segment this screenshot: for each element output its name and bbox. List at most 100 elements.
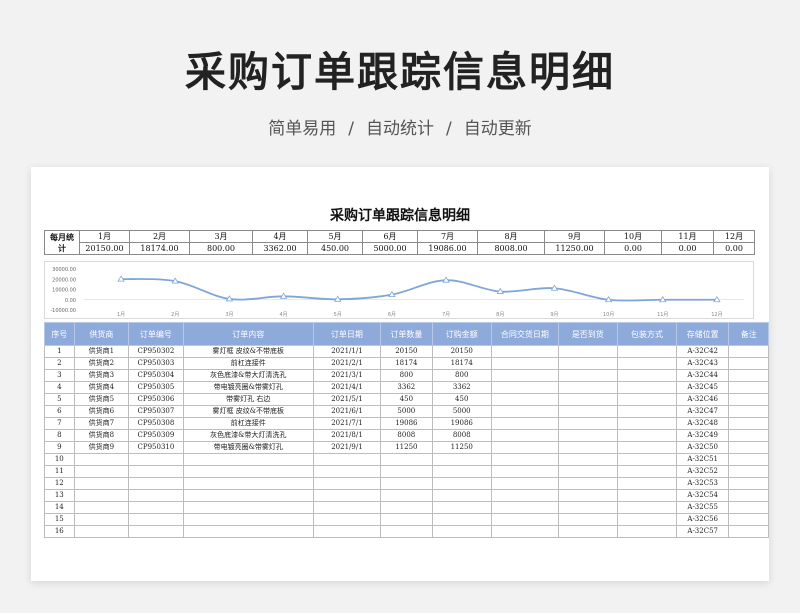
table-cell-contract-date[interactable]	[490, 525, 559, 538]
table-cell-order-date[interactable]	[312, 525, 382, 538]
table-cell-packaging[interactable]	[616, 393, 677, 406]
table-cell-order-no[interactable]	[128, 453, 184, 466]
table-cell-order-no[interactable]	[128, 513, 184, 526]
table-cell-remark[interactable]	[728, 465, 769, 478]
table-cell-remark[interactable]	[728, 393, 769, 406]
table-cell-order-qty[interactable]	[380, 513, 433, 526]
table-cell-remark[interactable]	[728, 513, 769, 526]
month-cell[interactable]: 4月	[252, 230, 308, 243]
table-cell-packaging[interactable]	[616, 465, 677, 478]
table-cell-remark[interactable]	[728, 357, 769, 370]
month-value-cell[interactable]: 18174.00	[129, 242, 190, 255]
table-cell-index[interactable]: 6	[44, 405, 75, 418]
table-cell-index[interactable]: 13	[44, 489, 75, 502]
table-cell-index[interactable]: 8	[44, 429, 75, 442]
table-cell-arrived[interactable]	[557, 357, 618, 370]
table-cell-supplier[interactable]: 供货商9	[73, 441, 130, 454]
table-cell-order-amount[interactable]	[431, 465, 492, 478]
table-cell-storage[interactable]: A-32C54	[675, 489, 730, 502]
table-cell-order-content[interactable]	[182, 501, 314, 514]
table-cell-arrived[interactable]	[557, 345, 618, 358]
table-cell-order-content[interactable]: 带电镀亮圈&带雾灯孔	[182, 381, 314, 394]
table-cell-order-content[interactable]	[182, 477, 314, 490]
table-cell-order-qty[interactable]	[380, 453, 433, 466]
table-cell-index[interactable]: 16	[44, 525, 75, 538]
table-cell-index[interactable]: 10	[44, 453, 75, 466]
table-cell-order-date[interactable]: 2021/7/1	[312, 417, 382, 430]
table-cell-arrived[interactable]	[557, 381, 618, 394]
table-cell-packaging[interactable]	[616, 525, 677, 538]
month-value-cell[interactable]: 800.00	[189, 242, 253, 255]
table-cell-order-date[interactable]: 2021/6/1	[312, 405, 382, 418]
table-cell-supplier[interactable]: 供货商2	[73, 357, 130, 370]
table-cell-order-no[interactable]: CP950303	[128, 357, 184, 370]
table-cell-order-amount[interactable]	[431, 489, 492, 502]
table-cell-order-qty[interactable]: 3362	[380, 381, 433, 394]
month-value-cell[interactable]: 0.00	[604, 242, 662, 255]
table-cell-supplier[interactable]: 供货商1	[73, 345, 130, 358]
header-col-arrived[interactable]: 是否到货	[557, 322, 618, 346]
table-cell-order-qty[interactable]: 20150	[380, 345, 433, 358]
month-cell[interactable]: 3月	[189, 230, 253, 243]
table-cell-contract-date[interactable]	[490, 501, 559, 514]
table-cell-order-no[interactable]: CP950305	[128, 381, 184, 394]
table-cell-remark[interactable]	[728, 417, 769, 430]
table-cell-arrived[interactable]	[557, 417, 618, 430]
month-cell[interactable]: 6月	[362, 230, 418, 243]
table-cell-contract-date[interactable]	[490, 441, 559, 454]
month-cell[interactable]: 9月	[544, 230, 605, 243]
table-cell-arrived[interactable]	[557, 405, 618, 418]
table-cell-packaging[interactable]	[616, 489, 677, 502]
table-cell-supplier[interactable]: 供货商6	[73, 405, 130, 418]
table-cell-supplier[interactable]: 供货商7	[73, 417, 130, 430]
table-cell-arrived[interactable]	[557, 489, 618, 502]
header-col-remark[interactable]: 备注	[728, 322, 769, 346]
table-cell-storage[interactable]: A-32C52	[675, 465, 730, 478]
header-col-order-no[interactable]: 订单编号	[128, 322, 184, 346]
table-cell-index[interactable]: 2	[44, 357, 75, 370]
table-cell-remark[interactable]	[728, 525, 769, 538]
table-cell-storage[interactable]: A-32C57	[675, 525, 730, 538]
table-cell-supplier[interactable]	[73, 489, 130, 502]
table-cell-storage[interactable]: A-32C53	[675, 477, 730, 490]
table-cell-index[interactable]: 5	[44, 393, 75, 406]
table-cell-order-date[interactable]: 2021/1/1	[312, 345, 382, 358]
table-cell-storage[interactable]: A-32C48	[675, 417, 730, 430]
table-cell-arrived[interactable]	[557, 453, 618, 466]
table-cell-remark[interactable]	[728, 477, 769, 490]
table-cell-order-date[interactable]: 2021/4/1	[312, 381, 382, 394]
month-cell[interactable]: 7月	[417, 230, 478, 243]
table-cell-index[interactable]: 4	[44, 381, 75, 394]
table-cell-order-no[interactable]	[128, 477, 184, 490]
table-cell-contract-date[interactable]	[490, 429, 559, 442]
table-cell-order-qty[interactable]	[380, 477, 433, 490]
table-cell-contract-date[interactable]	[490, 381, 559, 394]
table-cell-contract-date[interactable]	[490, 477, 559, 490]
table-cell-packaging[interactable]	[616, 357, 677, 370]
table-cell-order-no[interactable]: CP950302	[128, 345, 184, 358]
table-cell-storage[interactable]: A-32C51	[675, 453, 730, 466]
table-cell-order-date[interactable]: 2021/2/1	[312, 357, 382, 370]
table-cell-order-no[interactable]: CP950309	[128, 429, 184, 442]
table-cell-arrived[interactable]	[557, 477, 618, 490]
table-cell-order-qty[interactable]: 19086	[380, 417, 433, 430]
table-cell-supplier[interactable]: 供货商4	[73, 381, 130, 394]
table-cell-order-amount[interactable]	[431, 501, 492, 514]
table-cell-packaging[interactable]	[616, 429, 677, 442]
month-value-cell[interactable]: 20150.00	[79, 242, 130, 255]
table-cell-contract-date[interactable]	[490, 393, 559, 406]
table-cell-index[interactable]: 9	[44, 441, 75, 454]
table-cell-arrived[interactable]	[557, 525, 618, 538]
table-cell-order-content[interactable]: 雾灯框 皮纹&不带底板	[182, 345, 314, 358]
table-cell-order-amount[interactable]: 20150	[431, 345, 492, 358]
table-cell-packaging[interactable]	[616, 369, 677, 382]
table-cell-supplier[interactable]	[73, 501, 130, 514]
table-cell-order-qty[interactable]	[380, 465, 433, 478]
table-cell-order-amount[interactable]: 450	[431, 393, 492, 406]
month-cell[interactable]: 1月	[79, 230, 130, 243]
table-cell-storage[interactable]: A-32C49	[675, 429, 730, 442]
table-cell-order-amount[interactable]	[431, 477, 492, 490]
table-cell-remark[interactable]	[728, 441, 769, 454]
table-cell-contract-date[interactable]	[490, 357, 559, 370]
table-cell-remark[interactable]	[728, 453, 769, 466]
